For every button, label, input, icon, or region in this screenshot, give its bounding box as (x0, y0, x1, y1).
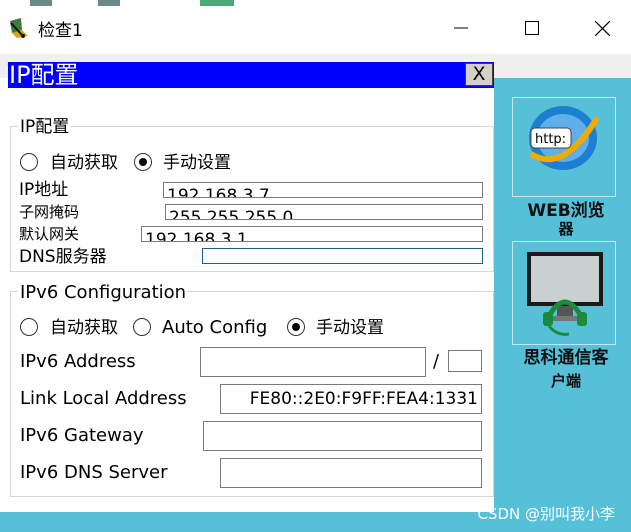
close-window-button[interactable] (579, 8, 625, 48)
maximize-icon (525, 21, 539, 35)
subnet-mask-label: 子网掩码 (19, 203, 80, 221)
ipv4-static-label: 手动设置 (163, 153, 231, 173)
ipv4-static-radio[interactable] (134, 153, 152, 171)
panel-title: IP配置 (8, 62, 494, 88)
ipv6-address-input[interactable] (200, 347, 426, 377)
window-title: 检查1 (38, 21, 83, 41)
cisco-client-tile[interactable] (512, 241, 616, 345)
ipv6-gateway-input[interactable] (203, 421, 482, 451)
subnet-mask-input[interactable]: 255.255.255.0 (165, 204, 483, 220)
link-local-address-label: Link Local Address (20, 388, 187, 409)
minimize-icon (454, 27, 468, 29)
ip-address-input[interactable]: 192.168.3.7 (163, 182, 483, 198)
ipv4-legend: IP配置 (18, 117, 72, 137)
web-browser-tile[interactable]: http: (512, 97, 616, 197)
link-local-address-value: FE80::2E0:F9FF:FEA4:1331 (249, 389, 478, 409)
ipv6-prefix-input[interactable] (448, 350, 482, 372)
web-browser-label-2[interactable]: 器 (506, 220, 626, 238)
pc-headset-icon (527, 252, 603, 336)
ipv6-dns-server-input[interactable] (220, 458, 482, 488)
taskbar-fragment-2 (98, 0, 120, 6)
packet-tracer-icon (8, 17, 32, 39)
ipv6-gateway-label: IPv6 Gateway (20, 425, 144, 446)
default-gateway-label: 默认网关 (19, 225, 80, 243)
watermark: CSDN @别叫我小李 (477, 505, 615, 523)
ipv6-auto-config-label: Auto Config (162, 318, 268, 338)
minimize-button[interactable] (438, 8, 484, 48)
close-icon (594, 20, 610, 36)
dns-server-input[interactable] (202, 248, 483, 264)
web-browser-icon: http: (529, 106, 600, 170)
ipv6-static-radio[interactable] (287, 318, 305, 336)
prefix-separator: / (433, 351, 440, 372)
dns-server-label: DNS服务器 (19, 247, 107, 267)
ipv6-auto-config-radio[interactable] (133, 318, 151, 336)
cisco-client-label-2[interactable]: 户端 (506, 372, 626, 390)
web-tile-text: http: (535, 132, 566, 147)
ipv4-dhcp-radio[interactable] (20, 153, 38, 171)
web-browser-label[interactable]: WEB浏览 (506, 202, 626, 220)
ipv6-dhcp-radio[interactable] (20, 318, 38, 336)
panel-close-button[interactable]: X (465, 63, 493, 86)
link-local-address-input[interactable]: FE80::2E0:F9FF:FEA4:1331 (220, 384, 482, 414)
maximize-button[interactable] (509, 8, 555, 48)
ipv4-dhcp-label: 自动获取 (50, 153, 118, 173)
default-gateway-input[interactable]: 192.168.3.1 (141, 226, 483, 242)
ip-address-label: IP地址 (19, 180, 69, 200)
taskbar-fragment-3 (200, 0, 234, 6)
ipv6-dhcp-label: 自动获取 (50, 318, 118, 338)
cisco-client-label[interactable]: 思科通信客 (506, 349, 626, 367)
ipv6-legend: IPv6 Configuration (18, 282, 189, 303)
ipv6-address-label: IPv6 Address (20, 351, 136, 372)
window-titlebar: 检查1 (0, 0, 631, 54)
taskbar-fragment-1 (30, 0, 52, 6)
ipv6-static-label: 手动设置 (316, 318, 384, 338)
ipv6-dns-server-label: IPv6 DNS Server (20, 462, 168, 483)
